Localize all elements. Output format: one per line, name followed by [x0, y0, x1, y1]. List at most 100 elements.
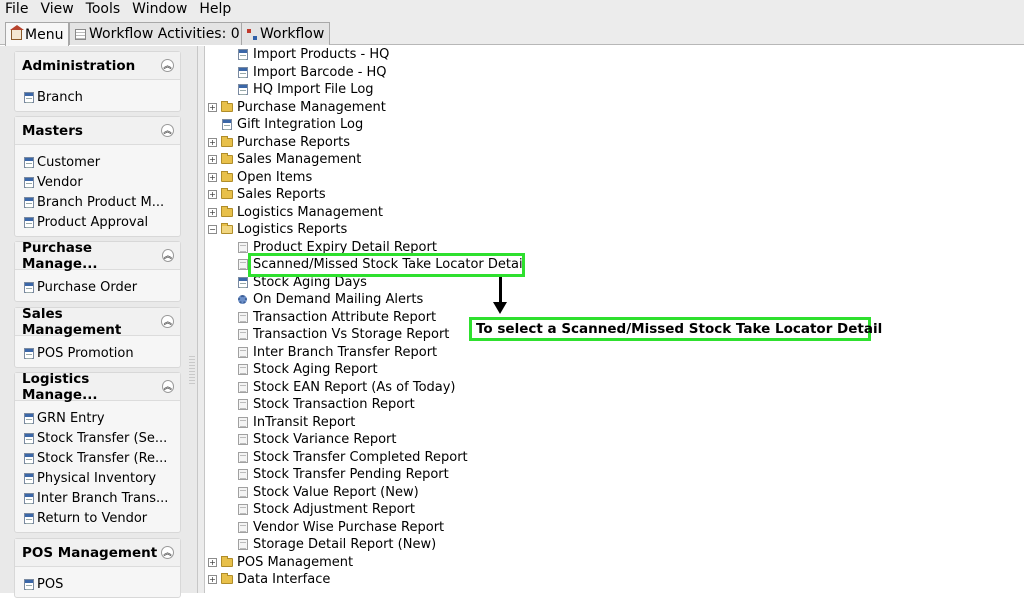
sidebar-item-vendor[interactable]: Vendor — [24, 172, 180, 192]
tree-node[interactable]: Transaction Vs Storage Report — [238, 326, 449, 343]
collapse-icon[interactable]: ︽ — [161, 315, 174, 328]
expand-icon[interactable]: + — [208, 207, 217, 217]
tree-node-label: Purchase Management — [237, 99, 386, 115]
resize-grip[interactable] — [189, 356, 195, 386]
collapse-icon[interactable]: − — [208, 225, 217, 234]
sidebar-item-return-to-vendor[interactable]: Return to Vendor — [24, 508, 180, 528]
tree-node[interactable]: On Demand Mailing Alerts — [238, 291, 423, 308]
collapse-icon[interactable]: ︽ — [161, 124, 174, 137]
tree-node[interactable]: Import Products - HQ — [238, 46, 389, 63]
sidebar-item-product-approval[interactable]: Product Approval — [24, 212, 180, 232]
section-masters: Masters ︽ Customer Vendor Branch Product… — [14, 116, 181, 237]
tree-node[interactable]: Inter Branch Transfer Report — [238, 344, 437, 361]
collapse-icon[interactable]: ︽ — [161, 59, 174, 72]
report-icon — [238, 241, 248, 253]
expand-icon[interactable]: + — [208, 575, 217, 584]
menu-file[interactable]: File — [0, 1, 34, 18]
window-icon — [24, 176, 34, 188]
sidebar-item-purchase-order[interactable]: Purchase Order — [24, 277, 180, 297]
tree-node[interactable]: Stock Aging Report — [238, 361, 378, 378]
sidebar-item-pos-promotion[interactable]: POS Promotion — [24, 343, 180, 363]
sidebar-item-grn-entry[interactable]: GRN Entry — [24, 408, 180, 428]
annotation-callout: To select a Scanned/Missed Stock Take Lo… — [469, 317, 882, 341]
sidebar-item-branch[interactable]: Branch — [24, 87, 180, 107]
section-title: Sales Management — [22, 305, 122, 338]
window-icon — [24, 91, 34, 103]
expand-icon[interactable]: + — [208, 172, 217, 182]
folder-icon — [221, 153, 233, 164]
sidebar-item-label: Branch — [37, 89, 83, 105]
section-header[interactable]: Purchase Manage... ︽ — [15, 240, 180, 272]
expand-icon[interactable]: + — [208, 137, 217, 147]
folder-icon — [221, 223, 233, 234]
section-header[interactable]: Administration ︽ — [15, 52, 180, 80]
tab-workflow[interactable]: Workflow — [241, 22, 331, 45]
tree-node[interactable]: Vendor Wise Purchase Report — [238, 519, 444, 536]
section-header[interactable]: POS Management ︽ — [15, 539, 180, 567]
tree-node[interactable]: + Sales Management — [208, 151, 361, 168]
tab-workflow-label: Workflow — [260, 26, 325, 42]
sidebar-item-branch-product[interactable]: Branch Product M... — [24, 192, 180, 212]
expand-icon[interactable]: + — [208, 190, 217, 199]
tree-node-label: Stock Value Report (New) — [253, 484, 419, 500]
tree-node[interactable]: Storage Detail Report (New) — [238, 536, 436, 553]
folder-icon — [221, 555, 233, 567]
tree-node[interactable]: + Open Items — [208, 169, 312, 186]
tree-node-label: Stock Variance Report — [253, 432, 397, 447]
tree-node-label: Transaction Attribute Report — [253, 309, 437, 325]
section-header[interactable]: Logistics Manage... ︽ — [15, 371, 180, 403]
tree-node-label: Transaction Vs Storage Report — [253, 327, 450, 342]
window-icon — [24, 281, 34, 293]
expand-icon[interactable]: + — [208, 155, 217, 164]
tree-node[interactable]: − Logistics Reports — [208, 221, 347, 238]
section-header[interactable]: Masters ︽ — [15, 117, 180, 145]
sidebar-item-stock-transfer-send[interactable]: Stock Transfer (Se... — [24, 428, 180, 448]
expand-icon[interactable]: + — [208, 102, 217, 112]
sidebar-item-stock-transfer-receive[interactable]: Stock Transfer (Re... — [24, 448, 180, 468]
tree-node[interactable]: Transaction Attribute Report — [238, 309, 436, 326]
expand-icon[interactable]: + — [208, 557, 217, 567]
sidebar-item-physical-inventory[interactable]: Physical Inventory — [24, 468, 180, 488]
report-icon — [238, 469, 248, 480]
tree-node[interactable]: Stock Transaction Report — [238, 396, 415, 413]
tree-node[interactable]: + POS Management — [208, 554, 353, 571]
tree-node[interactable]: Stock Transfer Completed Report — [238, 449, 468, 466]
tree-node[interactable]: Gift Integration Log — [222, 116, 363, 133]
window-icon — [238, 66, 248, 78]
tree-node[interactable]: Stock Variance Report — [238, 431, 397, 448]
collapse-icon[interactable]: ︽ — [161, 380, 174, 393]
table-icon — [75, 28, 86, 40]
menu-tools[interactable]: Tools — [80, 1, 127, 18]
section-header[interactable]: Sales Management ︽ — [15, 305, 180, 338]
report-icon — [238, 311, 248, 323]
tree-node[interactable]: InTransit Report — [238, 414, 355, 431]
collapse-icon[interactable]: ︽ — [161, 249, 174, 262]
window-icon — [24, 492, 34, 504]
tree-node[interactable]: + Sales Reports — [208, 186, 326, 203]
window-icon — [24, 578, 34, 590]
window-icon — [24, 452, 34, 464]
tree-node[interactable]: + Data Interface — [208, 571, 330, 588]
tree-node[interactable]: HQ Import File Log — [238, 81, 374, 98]
collapse-icon[interactable]: ︽ — [161, 546, 174, 559]
tree-node[interactable]: Stock Value Report (New) — [238, 484, 419, 501]
tree-node[interactable]: Stock Transfer Pending Report — [238, 466, 449, 483]
sidebar-item-label: Physical Inventory — [37, 470, 157, 486]
tab-workflow-activities[interactable]: Workflow Activities: 0 — [69, 22, 246, 45]
tree-node[interactable]: Import Barcode - HQ — [238, 64, 387, 81]
tree-node[interactable]: Stock Adjustment Report — [238, 501, 415, 518]
menu-window[interactable]: Window — [126, 1, 193, 18]
tree-node[interactable]: + Purchase Reports — [208, 134, 350, 151]
splitter[interactable] — [198, 46, 205, 593]
tree-node[interactable]: + Logistics Management — [208, 204, 383, 221]
tab-menu[interactable]: Menu — [5, 22, 70, 46]
menu-help[interactable]: Help — [193, 1, 237, 18]
section-title: POS Management — [22, 544, 158, 561]
menu-view[interactable]: View — [34, 1, 79, 18]
sidebar-item-inter-branch-transfer[interactable]: Inter Branch Trans... — [24, 488, 180, 508]
tree-node[interactable]: + Purchase Management — [208, 99, 386, 116]
sidebar-item-pos[interactable]: POS — [24, 574, 180, 594]
report-icon — [238, 399, 248, 410]
tree-node[interactable]: Stock EAN Report (As of Today) — [238, 379, 456, 396]
sidebar-item-customer[interactable]: Customer — [24, 152, 180, 172]
